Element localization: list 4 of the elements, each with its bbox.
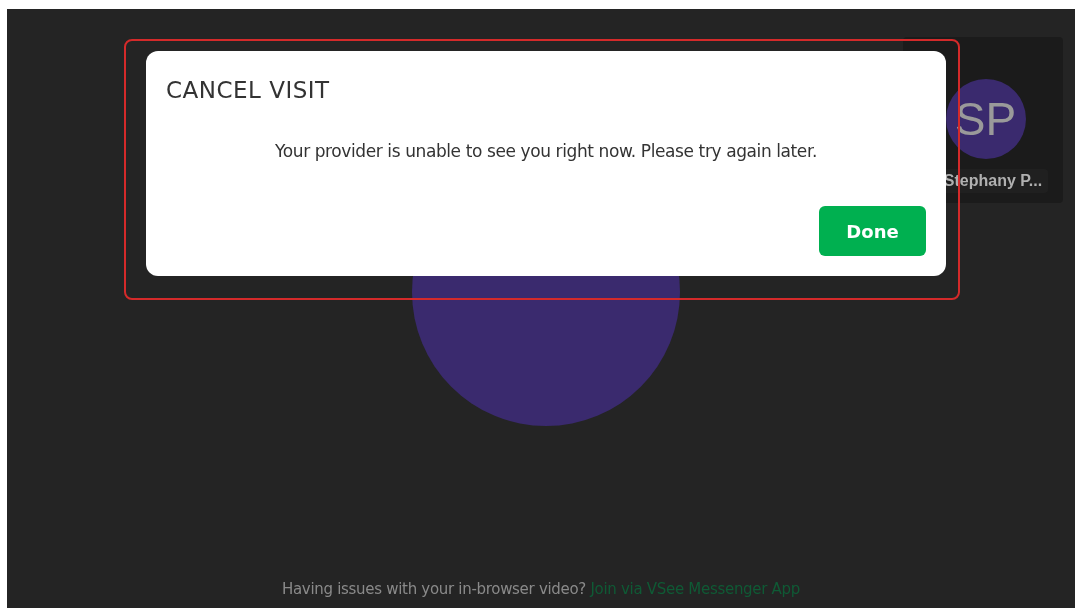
done-button[interactable]: Done bbox=[819, 206, 926, 256]
dialog-title: CANCEL VISIT bbox=[166, 77, 331, 103]
help-text: Having issues with your in-browser video? bbox=[282, 580, 587, 598]
dialog-message: Your provider is unable to see you right now. Please try again later. bbox=[274, 141, 818, 161]
